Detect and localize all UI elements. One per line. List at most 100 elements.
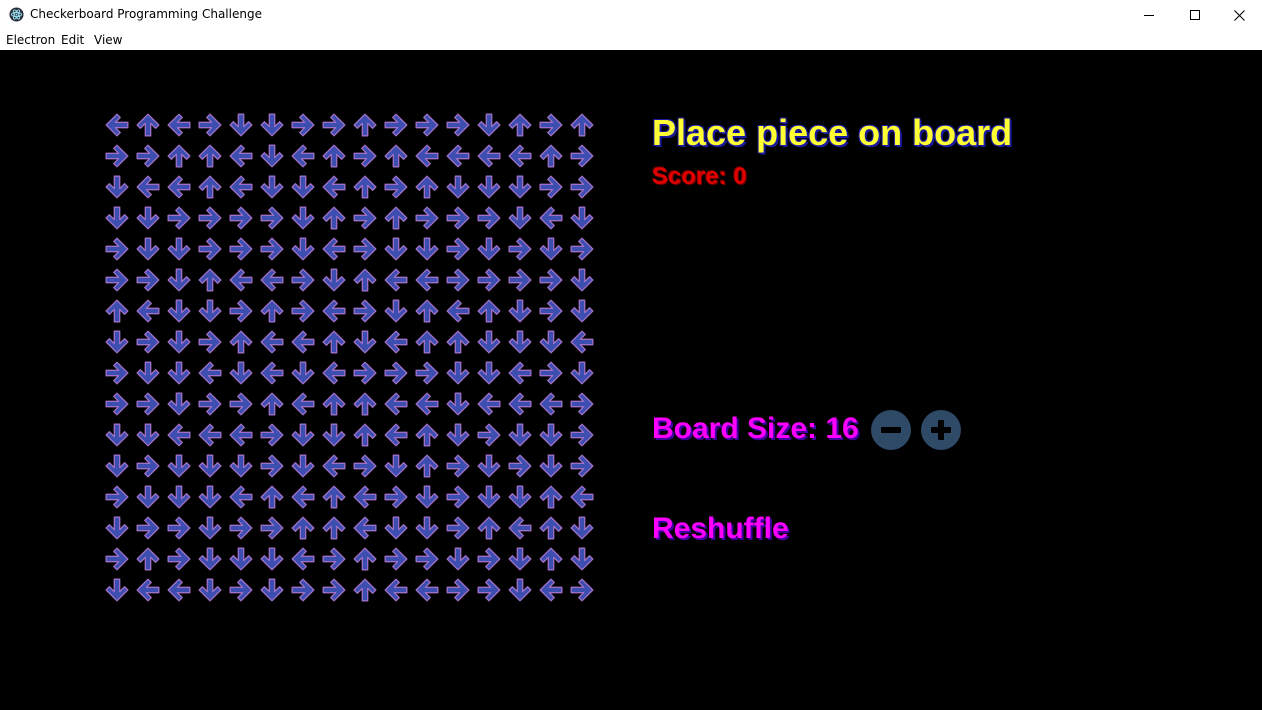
board-cell[interactable]: [473, 140, 504, 171]
board-cell[interactable]: [380, 357, 411, 388]
board-cell[interactable]: [256, 295, 287, 326]
board-cell[interactable]: [349, 574, 380, 605]
board-cell[interactable]: [318, 171, 349, 202]
board-cell[interactable]: [566, 109, 597, 140]
increase-size-button[interactable]: [921, 410, 961, 450]
board-cell[interactable]: [349, 171, 380, 202]
board-cell[interactable]: [380, 388, 411, 419]
board-cell[interactable]: [132, 326, 163, 357]
board-cell[interactable]: [504, 109, 535, 140]
board-cell[interactable]: [566, 512, 597, 543]
board-cell[interactable]: [287, 202, 318, 233]
board-cell[interactable]: [442, 202, 473, 233]
board-cell[interactable]: [504, 419, 535, 450]
board-cell[interactable]: [380, 109, 411, 140]
board-cell[interactable]: [566, 481, 597, 512]
board-cell[interactable]: [287, 450, 318, 481]
board-cell[interactable]: [163, 140, 194, 171]
board-cell[interactable]: [287, 543, 318, 574]
board-cell[interactable]: [194, 326, 225, 357]
board-cell[interactable]: [535, 388, 566, 419]
board-cell[interactable]: [101, 481, 132, 512]
board-cell[interactable]: [349, 202, 380, 233]
board-cell[interactable]: [132, 171, 163, 202]
board-cell[interactable]: [535, 543, 566, 574]
board-cell[interactable]: [473, 450, 504, 481]
board-cell[interactable]: [194, 140, 225, 171]
board-cell[interactable]: [256, 481, 287, 512]
board-cell[interactable]: [473, 109, 504, 140]
board-cell[interactable]: [442, 109, 473, 140]
board-cell[interactable]: [442, 357, 473, 388]
board-cell[interactable]: [535, 357, 566, 388]
board-cell[interactable]: [473, 264, 504, 295]
board-cell[interactable]: [318, 109, 349, 140]
board-cell[interactable]: [287, 388, 318, 419]
board-cell[interactable]: [535, 233, 566, 264]
board-cell[interactable]: [194, 202, 225, 233]
board-cell[interactable]: [349, 388, 380, 419]
board-cell[interactable]: [411, 388, 442, 419]
board-cell[interactable]: [473, 388, 504, 419]
board-cell[interactable]: [163, 357, 194, 388]
menu-view[interactable]: View: [94, 33, 122, 47]
board-cell[interactable]: [380, 512, 411, 543]
board-cell[interactable]: [380, 264, 411, 295]
board-cell[interactable]: [194, 357, 225, 388]
board-cell[interactable]: [132, 295, 163, 326]
board-cell[interactable]: [442, 295, 473, 326]
board-cell[interactable]: [535, 481, 566, 512]
board-cell[interactable]: [101, 574, 132, 605]
board-cell[interactable]: [504, 543, 535, 574]
board-cell[interactable]: [318, 202, 349, 233]
board-cell[interactable]: [194, 233, 225, 264]
board-cell[interactable]: [380, 202, 411, 233]
board-cell[interactable]: [380, 326, 411, 357]
board-cell[interactable]: [287, 481, 318, 512]
board-cell[interactable]: [101, 419, 132, 450]
board-cell[interactable]: [256, 450, 287, 481]
board-cell[interactable]: [163, 481, 194, 512]
board-cell[interactable]: [473, 171, 504, 202]
board-cell[interactable]: [566, 388, 597, 419]
board-cell[interactable]: [225, 419, 256, 450]
board-cell[interactable]: [163, 419, 194, 450]
board-cell[interactable]: [132, 264, 163, 295]
board-cell[interactable]: [101, 233, 132, 264]
board-cell[interactable]: [442, 481, 473, 512]
board-cell[interactable]: [318, 326, 349, 357]
board-cell[interactable]: [225, 512, 256, 543]
board-cell[interactable]: [132, 543, 163, 574]
board-cell[interactable]: [411, 357, 442, 388]
board-cell[interactable]: [101, 140, 132, 171]
board-cell[interactable]: [566, 450, 597, 481]
board-cell[interactable]: [318, 264, 349, 295]
board-cell[interactable]: [349, 357, 380, 388]
board-cell[interactable]: [411, 264, 442, 295]
board-cell[interactable]: [101, 171, 132, 202]
board-cell[interactable]: [163, 171, 194, 202]
board-cell[interactable]: [225, 264, 256, 295]
board-cell[interactable]: [349, 264, 380, 295]
board-cell[interactable]: [318, 357, 349, 388]
board-cell[interactable]: [349, 109, 380, 140]
board-cell[interactable]: [349, 543, 380, 574]
board-cell[interactable]: [163, 202, 194, 233]
board-cell[interactable]: [287, 326, 318, 357]
board-cell[interactable]: [380, 233, 411, 264]
maximize-button[interactable]: [1172, 0, 1218, 30]
board-cell[interactable]: [411, 481, 442, 512]
board-cell[interactable]: [442, 574, 473, 605]
board-cell[interactable]: [535, 295, 566, 326]
board-cell[interactable]: [442, 233, 473, 264]
board-cell[interactable]: [380, 295, 411, 326]
board-cell[interactable]: [256, 357, 287, 388]
board-cell[interactable]: [163, 109, 194, 140]
board-cell[interactable]: [411, 171, 442, 202]
minimize-button[interactable]: [1126, 0, 1172, 30]
board-cell[interactable]: [473, 326, 504, 357]
board-cell[interactable]: [101, 543, 132, 574]
board-cell[interactable]: [473, 202, 504, 233]
board-cell[interactable]: [287, 233, 318, 264]
board-cell[interactable]: [101, 264, 132, 295]
